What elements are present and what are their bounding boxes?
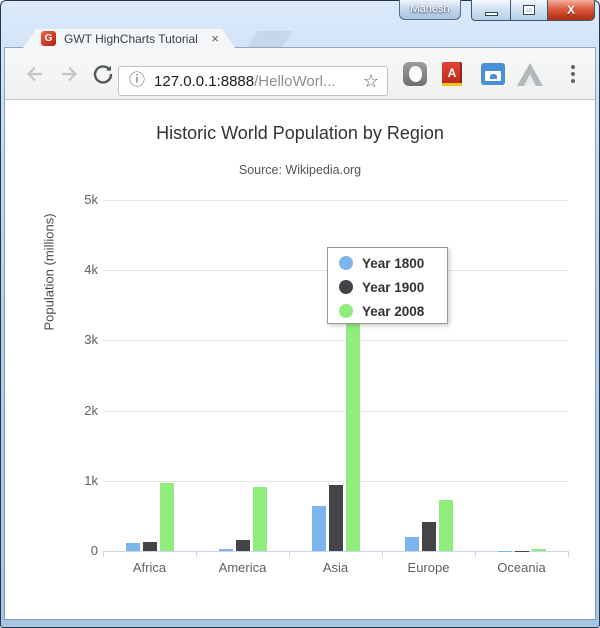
x-axis-category-label: Europe — [384, 560, 474, 575]
x-axis-tick — [475, 551, 476, 557]
chrome-menu-button[interactable] — [566, 61, 580, 87]
profile-button[interactable]: Mahesh — [399, 0, 461, 20]
x-axis-tick — [196, 551, 197, 557]
column-bar-year-1800-europe[interactable] — [405, 537, 419, 551]
legend-marker-icon — [339, 304, 353, 318]
url-host: 127.0.0.1:8888 — [154, 73, 254, 90]
x-axis-category-label: Asia — [291, 560, 381, 575]
column-bar-year-2008-europe[interactable] — [439, 500, 453, 551]
legend-item[interactable]: Year 1900 — [328, 275, 447, 299]
toolbar: ⓘ 127.0.0.1:8888/HelloWorl... ☆ A — [5, 48, 595, 100]
extension-blob-icon — [409, 66, 422, 82]
extension-icon-drive[interactable] — [517, 63, 543, 86]
column-bar-year-1800-asia[interactable] — [312, 506, 326, 551]
chart-legend: Year 1800 Year 1900 Year 2008 — [327, 247, 448, 324]
x-axis-category-label: Africa — [105, 560, 195, 575]
legend-label: Year 2008 — [362, 304, 424, 319]
maximize-button[interactable] — [510, 0, 548, 21]
chart-plot-area: 0 1k 2k 3k 4k 5k AfricaAmericaAsiaEuropeOceani… — [5, 101, 595, 619]
reload-icon — [91, 62, 115, 86]
extension-icon-gray[interactable] — [403, 62, 427, 86]
gwt-favicon-icon: G — [41, 31, 56, 46]
column-bar-year-1900-asia[interactable] — [329, 485, 343, 551]
browser-window: Mahesh X G GWT HighCharts Tutorial × — [0, 0, 600, 628]
extension-icon-red-book[interactable]: A — [442, 62, 462, 86]
tab-title: GWT HighCharts Tutorial — [64, 32, 198, 46]
legend-label: Year 1900 — [362, 280, 424, 295]
column-bar-year-1900-africa[interactable] — [143, 542, 157, 551]
column-bar-year-1900-europe[interactable] — [422, 522, 436, 551]
tab-gwt-highcharts-tutorial[interactable]: G GWT HighCharts Tutorial × — [23, 29, 235, 48]
y-axis-tick-label: 2k — [5, 403, 98, 419]
gridline — [103, 200, 568, 201]
url-path: /HelloWorl... — [254, 73, 335, 90]
x-axis-tick — [382, 551, 383, 557]
column-bar-year-1800-america[interactable] — [219, 549, 233, 551]
y-axis-tick-label: 5k — [5, 192, 98, 208]
close-window-button[interactable]: X — [547, 0, 595, 21]
forward-arrow-icon — [57, 62, 81, 86]
bookmark-star-icon[interactable]: ☆ — [363, 72, 379, 90]
gridline — [103, 411, 568, 412]
legend-marker-icon — [339, 256, 353, 270]
maximize-icon — [523, 5, 535, 15]
column-bar-year-2008-oceania[interactable] — [532, 549, 546, 551]
page-info-icon[interactable]: ⓘ — [129, 73, 145, 89]
x-axis-tick — [568, 551, 569, 557]
x-axis-line — [103, 551, 568, 552]
forward-button[interactable] — [57, 62, 81, 86]
y-axis-tick-label: 1k — [5, 473, 98, 489]
x-axis-tick — [289, 551, 290, 557]
reload-button[interactable] — [91, 62, 115, 86]
y-axis-tick-label: 3k — [5, 332, 98, 348]
close-icon: X — [567, 3, 575, 17]
column-bar-year-1800-africa[interactable] — [126, 543, 140, 551]
legend-label: Year 1800 — [362, 256, 424, 271]
x-axis-category-label: Oceania — [477, 560, 567, 575]
url-text[interactable]: 127.0.0.1:8888/HelloWorl... — [154, 73, 336, 90]
x-axis-category-label: America — [198, 560, 288, 575]
browser-chrome: ⓘ 127.0.0.1:8888/HelloWorl... ☆ A Histor… — [5, 48, 595, 619]
column-bar-year-2008-africa[interactable] — [160, 483, 174, 551]
gridline — [103, 340, 568, 341]
minimize-button[interactable] — [471, 0, 511, 21]
address-bar[interactable]: ⓘ 127.0.0.1:8888/HelloWorl... ☆ — [118, 66, 388, 96]
window-controls: X — [472, 0, 595, 21]
legend-item[interactable]: Year 1800 — [328, 251, 447, 275]
back-arrow-icon — [23, 62, 47, 86]
extension-icon-screenshot[interactable] — [481, 63, 505, 85]
column-bar-year-1900-america[interactable] — [236, 540, 250, 551]
gridline — [103, 481, 568, 482]
page-content: Historic World Population by Region Sour… — [5, 101, 595, 619]
legend-marker-icon — [339, 280, 353, 294]
y-axis-tick-label: 0 — [5, 543, 98, 559]
minimize-icon — [485, 12, 498, 16]
legend-item[interactable]: Year 2008 — [328, 299, 447, 323]
x-axis-tick — [103, 551, 104, 557]
back-button[interactable] — [23, 62, 47, 86]
column-bar-year-2008-america[interactable] — [253, 487, 267, 551]
tab-close-icon[interactable]: × — [211, 32, 219, 45]
y-axis-tick-label: 4k — [5, 262, 98, 278]
